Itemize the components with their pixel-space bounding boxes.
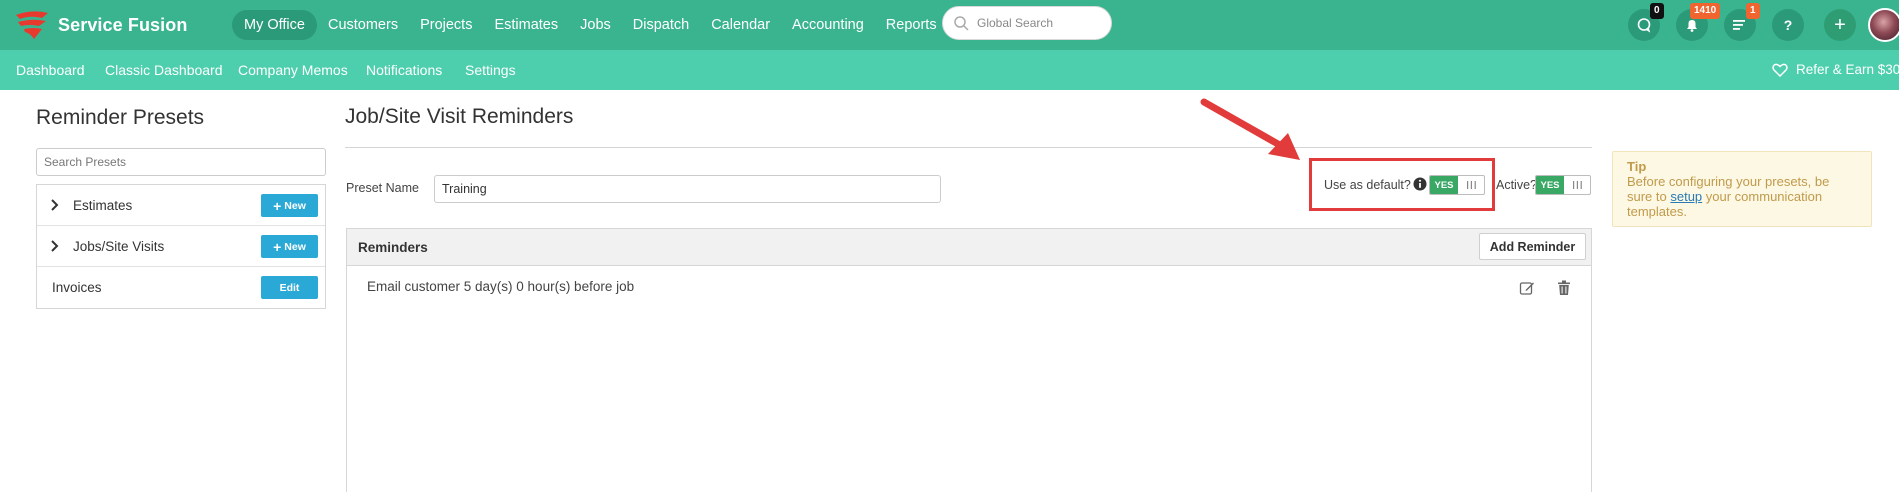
- preset-row-estimates[interactable]: Estimates + New: [37, 185, 325, 226]
- reminders-title: Reminders: [358, 240, 428, 255]
- quick-add-button[interactable]: +: [1824, 9, 1856, 41]
- preset-label: Jobs/Site Visits: [73, 239, 165, 254]
- subnav-company-memos[interactable]: Company Memos: [238, 50, 348, 90]
- annotation-arrow-icon: [1200, 98, 1300, 160]
- use-as-default-label: Use as default?: [1324, 178, 1411, 192]
- nav-customers[interactable]: Customers: [317, 10, 409, 40]
- refer-label: Refer & Earn $300: [1796, 62, 1899, 77]
- nav-jobs[interactable]: Jobs: [569, 10, 622, 40]
- nav-dispatch[interactable]: Dispatch: [622, 10, 700, 40]
- button-label: New: [284, 240, 306, 253]
- title-divider: [345, 147, 1592, 148]
- heart-icon: [1772, 63, 1788, 77]
- preset-label: Invoices: [52, 280, 102, 295]
- help-icon: ?: [1783, 17, 1793, 33]
- nav-calendar[interactable]: Calendar: [700, 10, 781, 40]
- toggle-handle-icon: [1458, 176, 1484, 194]
- nav-accounting[interactable]: Accounting: [781, 10, 875, 40]
- nav-reports[interactable]: Reports: [875, 10, 948, 40]
- user-avatar[interactable]: [1868, 8, 1899, 42]
- toggle-handle-icon: [1564, 176, 1590, 194]
- reminders-header: Reminders Add Reminder: [347, 229, 1591, 266]
- global-search[interactable]: [942, 6, 1112, 40]
- preset-name-input[interactable]: [434, 175, 941, 203]
- subnav-dashboard[interactable]: Dashboard: [16, 50, 85, 90]
- setup-link[interactable]: setup: [1670, 189, 1702, 204]
- subnav-settings[interactable]: Settings: [465, 50, 516, 90]
- nav-projects[interactable]: Projects: [409, 10, 483, 40]
- brand-name: Service Fusion: [58, 14, 188, 35]
- brand-logo[interactable]: Service Fusion: [12, 8, 187, 42]
- edit-icon[interactable]: [1519, 280, 1535, 296]
- active-toggle[interactable]: YES: [1535, 175, 1591, 195]
- nav-my-office[interactable]: My Office: [232, 10, 317, 40]
- search-icon: [954, 16, 969, 31]
- use-as-default-toggle[interactable]: YES: [1429, 175, 1485, 195]
- button-label: New: [284, 199, 306, 212]
- main-nav: My Office Customers Projects Estimates J…: [232, 8, 948, 42]
- subnav-classic-dashboard[interactable]: Classic Dashboard: [105, 50, 223, 90]
- tip-box: Tip Before configuring your presets, be …: [1612, 151, 1872, 227]
- tasks-badge: 1: [1746, 3, 1760, 19]
- preset-label: Estimates: [73, 198, 133, 213]
- nav-estimates[interactable]: Estimates: [483, 10, 569, 40]
- refer-link[interactable]: Refer & Earn $300: [1772, 50, 1899, 90]
- global-search-input[interactable]: [977, 16, 1097, 30]
- edit-invoices-preset-button[interactable]: Edit: [261, 276, 318, 299]
- reminder-row: Email customer 5 day(s) 0 hour(s) before…: [347, 266, 1591, 316]
- plus-icon: +: [273, 238, 282, 255]
- toggle-yes-label: YES: [1536, 176, 1564, 194]
- chevron-right-icon[interactable]: [50, 198, 60, 212]
- trash-icon[interactable]: [1557, 280, 1571, 296]
- active-label: Active?: [1496, 178, 1537, 192]
- plus-icon: +: [273, 197, 282, 214]
- subnav-notifications[interactable]: Notifications: [366, 50, 442, 90]
- tip-title: Tip: [1627, 159, 1647, 174]
- button-label: Edit: [279, 281, 300, 294]
- chat-button[interactable]: 0: [1628, 3, 1664, 41]
- preset-name-label: Preset Name: [346, 181, 419, 195]
- sub-nav: Dashboard Classic Dashboard Company Memo…: [0, 50, 1899, 90]
- bell-icon: [1687, 20, 1697, 32]
- preset-row-jobs-site-visits[interactable]: Jobs/Site Visits + New: [37, 226, 325, 267]
- service-fusion-logo-icon: [16, 11, 48, 39]
- new-jobs-preset-button[interactable]: + New: [261, 235, 318, 258]
- preset-row-invoices[interactable]: Invoices Edit: [37, 267, 325, 308]
- chat-icon: [1637, 18, 1651, 33]
- preset-list: Estimates + New Jobs/Site Visits + New I…: [36, 184, 326, 309]
- notifications-button[interactable]: 1410: [1676, 3, 1721, 41]
- notifications-badge: 1410: [1690, 3, 1721, 19]
- tasks-button[interactable]: 1: [1724, 3, 1760, 41]
- add-reminder-button[interactable]: Add Reminder: [1479, 233, 1586, 260]
- chat-badge: 0: [1650, 3, 1664, 19]
- page-title: Job/Site Visit Reminders: [345, 105, 574, 128]
- new-estimates-preset-button[interactable]: + New: [261, 194, 318, 217]
- reminders-panel: Reminders Add Reminder Email customer 5 …: [346, 228, 1592, 492]
- top-bar: Service Fusion My Office Customers Proje…: [0, 0, 1899, 50]
- reminder-text: Email customer 5 day(s) 0 hour(s) before…: [367, 279, 635, 294]
- chevron-right-icon[interactable]: [50, 239, 60, 253]
- plus-icon: +: [1834, 13, 1846, 36]
- toggle-yes-label: YES: [1430, 176, 1458, 194]
- list-icon: [1733, 20, 1745, 30]
- reminder-presets-title: Reminder Presets: [36, 106, 205, 129]
- preset-search-input[interactable]: [36, 148, 326, 176]
- help-button[interactable]: ?: [1772, 9, 1804, 41]
- info-icon[interactable]: [1413, 177, 1427, 191]
